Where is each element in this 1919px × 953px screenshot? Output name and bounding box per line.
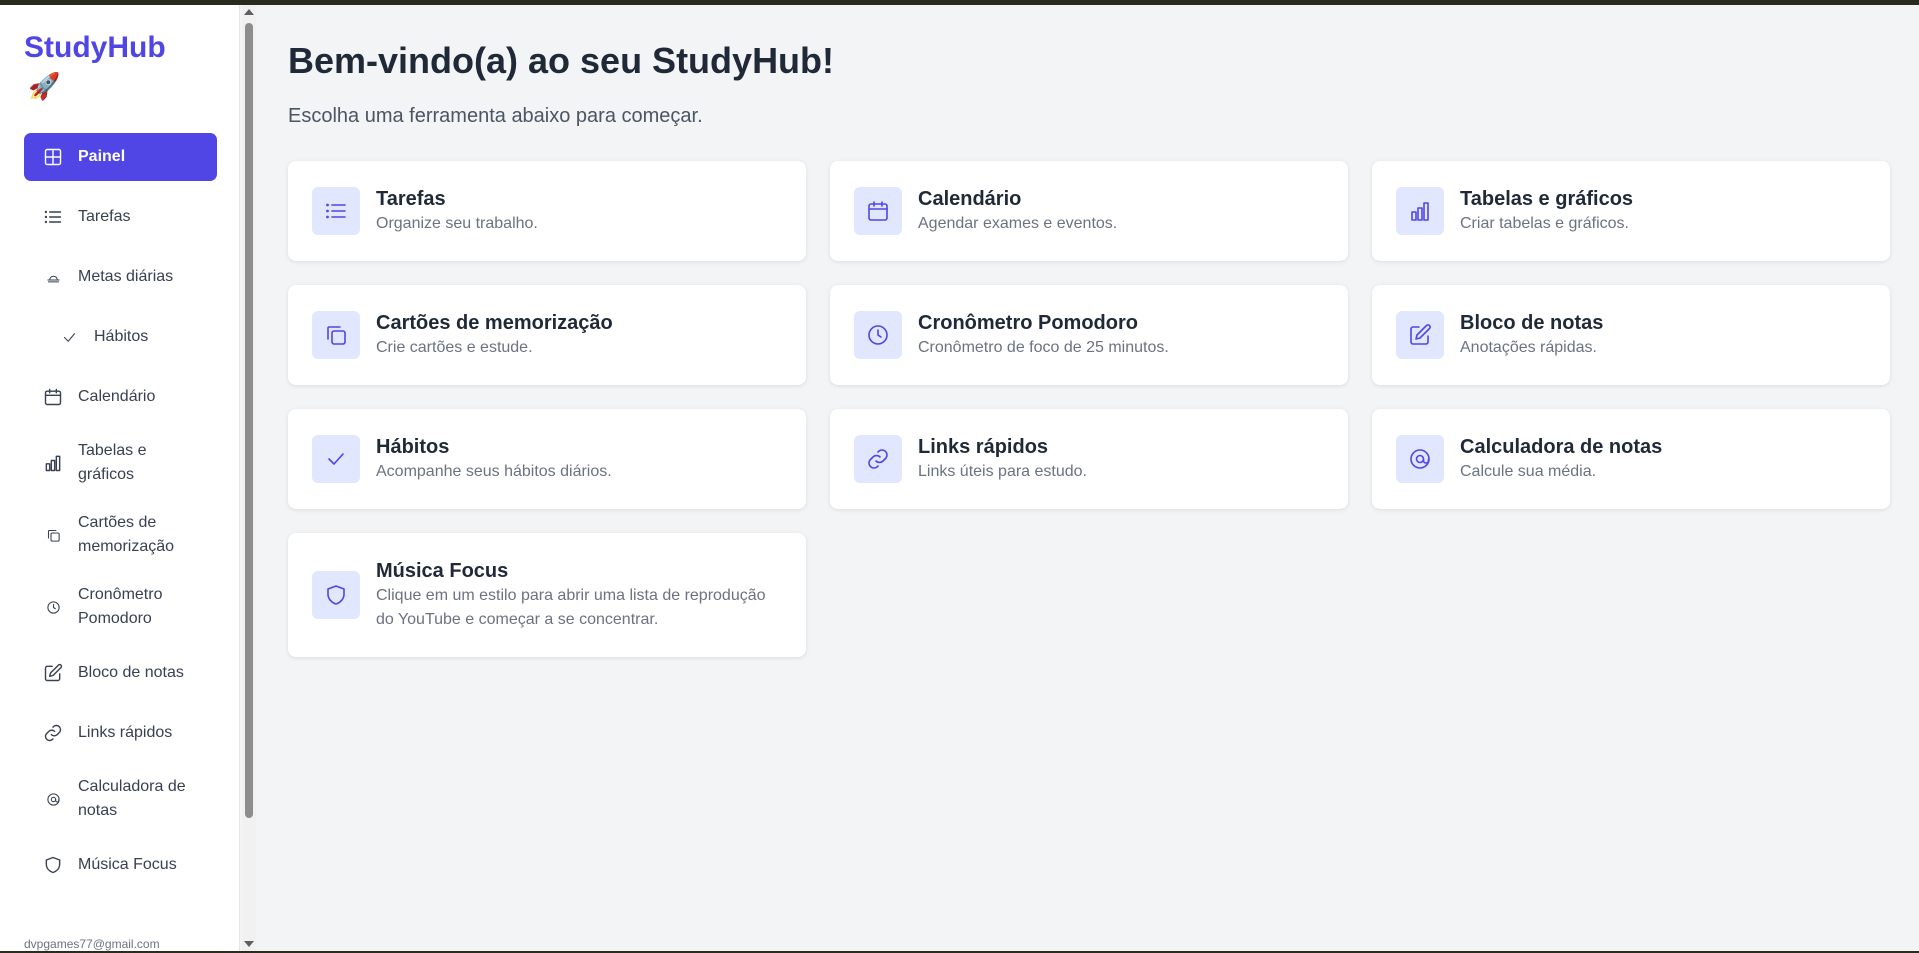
card-cartoes[interactable]: Cartões de memorização Crie cartões e es… <box>288 285 806 385</box>
card-title: Cronômetro Pomodoro <box>918 312 1138 334</box>
sidebar-item-tabelas-graficos[interactable]: Tabelas e gráficos <box>24 433 217 493</box>
card-description: Clique em um estilo para abrir uma lista… <box>376 587 766 628</box>
card-description: Criar tabelas e gráficos. <box>1460 215 1629 232</box>
check-icon <box>58 326 80 348</box>
card-title: Calendário <box>918 188 1022 210</box>
cards-icon <box>42 524 64 546</box>
hat-icon <box>42 266 64 288</box>
card-title: Tarefas <box>376 188 446 210</box>
link-icon <box>854 435 902 483</box>
edit-icon <box>1396 311 1444 359</box>
sidebar-item-label: Hábitos <box>94 328 149 345</box>
list-icon <box>42 206 64 228</box>
card-description: Anotações rápidas. <box>1460 339 1597 356</box>
rocket-icon: 🚀 <box>28 71 61 101</box>
sidebar-item-links-rapidos[interactable]: Links rápidos <box>24 709 217 757</box>
card-description: Acompanhe seus hábitos diários. <box>376 463 612 480</box>
bar-chart-icon <box>42 452 64 474</box>
card-description: Calcule sua média. <box>1460 463 1597 480</box>
calendar-icon <box>42 386 64 408</box>
sidebar-item-bloco-notas[interactable]: Bloco de notas <box>24 649 217 697</box>
main-content: Bem-vindo(a) ao seu StudyHub! Escolha um… <box>256 5 1919 951</box>
scroll-up-arrow[interactable] <box>244 9 254 15</box>
sidebar-item-painel[interactable]: Painel <box>24 133 217 181</box>
sidebar-item-metas-diarias[interactable]: Metas diárias <box>24 253 217 301</box>
sidebar-item-label: Calculadora de notas <box>78 778 186 819</box>
card-bloco-notas[interactable]: Bloco de notas Anotações rápidas. <box>1372 285 1890 385</box>
sidebar-item-label: Música Focus <box>78 856 177 873</box>
sidebar-item-musica-focus[interactable]: Música Focus <box>24 841 217 889</box>
sidebar: StudyHub 🚀 Painel Tarefas Metas diárias <box>0 5 240 951</box>
sidebar-nav: Painel Tarefas Metas diárias Hábitos Cal… <box>24 133 217 901</box>
card-calculadora[interactable]: Calculadora de notas Calcule sua média. <box>1372 409 1890 509</box>
card-title: Tabelas e gráficos <box>1460 188 1634 210</box>
sidebar-item-calculadora[interactable]: Calculadora de notas <box>24 769 217 829</box>
card-title: Música Focus <box>376 560 509 582</box>
sidebar-item-label: Cronômetro Pomodoro <box>78 586 163 627</box>
page-title: Bem-vindo(a) ao seu StudyHub! <box>288 40 835 81</box>
sidebar-item-label: Metas diárias <box>78 268 174 285</box>
cards-icon <box>312 311 360 359</box>
sidebar-item-label: Cartões de memorização <box>78 514 175 555</box>
tool-cards-grid: Tarefas Organize seu trabalho. Calendári… <box>288 161 1890 657</box>
card-description: Organize seu trabalho. <box>376 215 538 232</box>
scroll-thumb[interactable] <box>245 23 253 818</box>
card-habitos[interactable]: Hábitos Acompanhe seus hábitos diários. <box>288 409 806 509</box>
card-description: Cronômetro de foco de 25 minutos. <box>918 339 1169 356</box>
sidebar-item-pomodoro[interactable]: Cronômetro Pomodoro <box>24 577 217 637</box>
page-subtitle: Escolha uma ferramenta abaixo para começ… <box>288 105 703 127</box>
sidebar-item-tarefas[interactable]: Tarefas <box>24 193 217 241</box>
card-description: Links úteis para estudo. <box>918 463 1087 480</box>
sidebar-item-label: Calendário <box>78 388 156 405</box>
calendar-icon <box>854 187 902 235</box>
app-window: StudyHub 🚀 Painel Tarefas Metas diárias <box>0 5 1919 951</box>
brand-logo[interactable]: StudyHub <box>24 31 166 65</box>
sidebar-item-cartoes[interactable]: Cartões de memorização <box>24 505 217 565</box>
clock-icon <box>854 311 902 359</box>
card-tabelas-graficos[interactable]: Tabelas e gráficos Criar tabelas e gráfi… <box>1372 161 1890 261</box>
sidebar-item-calendario[interactable]: Calendário <box>24 373 217 421</box>
card-description: Crie cartões e estude. <box>376 339 533 356</box>
sidebar-item-label: Tarefas <box>78 208 131 225</box>
card-musica-focus[interactable]: Música Focus Clique em um estilo para ab… <box>288 533 806 657</box>
sidebar-item-habitos[interactable]: Hábitos <box>24 313 217 361</box>
check-icon <box>312 435 360 483</box>
card-title: Cartões de memorização <box>376 312 613 334</box>
sidebar-item-label: Painel <box>78 148 126 165</box>
card-title: Links rápidos <box>918 436 1049 458</box>
grid-icon <box>42 146 64 168</box>
card-pomodoro[interactable]: Cronômetro Pomodoro Cronômetro de foco d… <box>830 285 1348 385</box>
scroll-down-arrow[interactable] <box>244 941 254 947</box>
clock-icon <box>42 596 64 618</box>
link-icon <box>42 722 64 744</box>
user-email: dvpgames77@gmail.com <box>24 937 160 951</box>
bar-chart-icon <box>1396 187 1444 235</box>
card-tarefas[interactable]: Tarefas Organize seu trabalho. <box>288 161 806 261</box>
card-links-rapidos[interactable]: Links rápidos Links úteis para estudo. <box>830 409 1348 509</box>
edit-icon <box>42 662 64 684</box>
sidebar-item-label: Bloco de notas <box>78 664 184 681</box>
card-calendario[interactable]: Calendário Agendar exames e eventos. <box>830 161 1348 261</box>
at-icon <box>42 788 64 810</box>
at-icon <box>1396 435 1444 483</box>
sidebar-scrollbar[interactable] <box>242 5 256 951</box>
shield-icon <box>312 571 360 619</box>
card-title: Calculadora de notas <box>1460 436 1663 458</box>
card-description: Agendar exames e eventos. <box>918 215 1118 232</box>
sidebar-item-label: Links rápidos <box>78 724 173 741</box>
card-title: Bloco de notas <box>1460 312 1604 334</box>
shield-icon <box>42 854 64 876</box>
list-icon <box>312 187 360 235</box>
sidebar-item-label: Tabelas e gráficos <box>78 442 147 483</box>
card-title: Hábitos <box>376 436 450 458</box>
